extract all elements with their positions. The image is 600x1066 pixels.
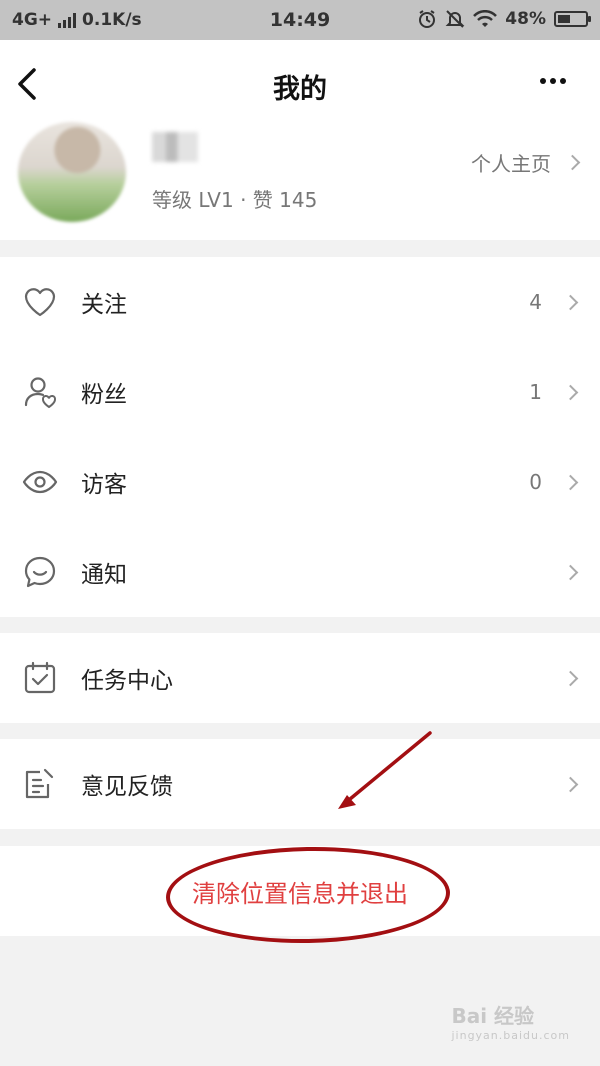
menu-label: 任务中心 [81, 668, 173, 694]
profile-card: 等级 LV1 · 赞 145 个人主页 [0, 120, 600, 240]
menu-label: 意见反馈 [81, 774, 173, 800]
menu-label: 关注 [81, 292, 127, 318]
chevron-left-icon[interactable] [14, 66, 42, 102]
menu-count: 4 [529, 290, 542, 314]
avatar[interactable] [18, 122, 126, 222]
menu-label: 粉丝 [81, 382, 127, 408]
menu-label: 通知 [81, 562, 127, 588]
watermark-sub: jingyan.baidu.com [451, 1029, 570, 1042]
chevron-right-icon [564, 154, 581, 171]
watermark: Bai 经验 jingyan.baidu.com [451, 1000, 570, 1042]
edit-note-icon [25, 768, 54, 799]
annotation-arrow-icon [338, 731, 432, 809]
watermark-text: Bai 经验 [451, 1004, 535, 1028]
menu-row-follow[interactable]: 关注 4 [0, 257, 600, 347]
battery-percent: 48% [505, 9, 546, 29]
chevron-right-icon [562, 564, 579, 580]
chevron-right-icon [562, 474, 579, 490]
mute-icon [445, 10, 465, 28]
menu-row-task-center[interactable]: 任务中心 [0, 633, 600, 723]
clipboard-check-icon [24, 661, 56, 694]
wifi-icon [473, 10, 498, 27]
menu-row-visitors[interactable]: 访客 0 [0, 437, 600, 527]
eye-icon [22, 470, 58, 494]
user-heart-icon [24, 377, 56, 409]
menu-row-feedback[interactable]: 意见反馈 [0, 739, 600, 829]
chevron-right-icon [562, 294, 579, 310]
nickname-blurred [152, 132, 198, 162]
menu-count: 0 [529, 470, 542, 494]
menu-count: 1 [529, 380, 542, 404]
chevron-right-icon [562, 670, 579, 686]
alarm-icon [419, 10, 436, 28]
tasks-section: 任务中心 [0, 633, 600, 723]
battery-fill [558, 15, 571, 23]
chevron-right-icon [562, 776, 579, 792]
chat-bubble-icon [24, 556, 56, 588]
page-title: 我的 [273, 74, 327, 105]
feedback-section: 意见反馈 [0, 739, 600, 829]
more-dots-icon[interactable] [540, 78, 566, 84]
homepage-label: 个人主页 [471, 152, 551, 176]
menu-row-notifications[interactable]: 通知 [0, 527, 600, 617]
homepage-link[interactable]: 个人主页 [471, 148, 581, 177]
level-likes: 等级 LV1 · 赞 145 [152, 188, 318, 212]
battery-icon [554, 11, 591, 27]
social-section: 关注 4 粉丝 1 访客 0 通知 [0, 257, 600, 617]
menu-row-fans[interactable]: 粉丝 1 [0, 347, 600, 437]
menu-label: 访客 [81, 472, 127, 498]
header: 我的 [0, 40, 600, 130]
heart-icon [24, 288, 56, 317]
status-bar: 4G+ 0.1K/s 14:49 48% [0, 0, 600, 40]
chevron-right-icon [562, 384, 579, 400]
